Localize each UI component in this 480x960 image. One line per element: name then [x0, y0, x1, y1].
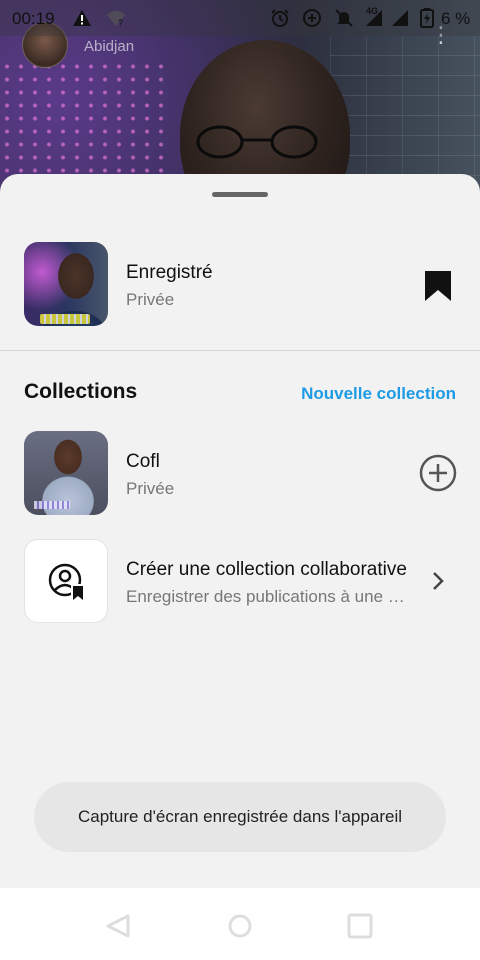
add-circle-icon[interactable] — [418, 453, 458, 493]
background-glasses — [196, 125, 318, 159]
screenshot-toast: Capture d'écran enregistrée dans l'appar… — [34, 782, 446, 852]
alarm-icon — [271, 9, 289, 27]
post-location: Abidjan — [84, 38, 135, 55]
chevron-right-icon[interactable] — [428, 569, 448, 593]
back-icon[interactable] — [104, 912, 132, 940]
wifi-question-icon: ? — [107, 11, 125, 28]
collaborative-subtitle: Enregistrer des publications à une colle… — [126, 587, 408, 606]
collection-item-cofl[interactable]: Cofl Privée — [0, 431, 480, 515]
collections-heading: Collections — [24, 380, 138, 403]
collection-thumbnail — [24, 431, 108, 515]
mute-icon — [335, 9, 353, 27]
collection-title: Cofl — [126, 451, 160, 472]
home-icon[interactable] — [226, 912, 254, 940]
new-collection-link[interactable]: Nouvelle collection — [301, 384, 456, 404]
saved-title: Enregistré — [126, 262, 213, 283]
person-bookmark-icon — [48, 563, 83, 600]
bookmark-filled-icon[interactable] — [424, 270, 452, 302]
save-to-collection-sheet: Enregistré Privée Collections Nouvelle c… — [0, 174, 480, 888]
signal-icon — [392, 10, 408, 26]
create-collaborative-collection[interactable]: Créer une collection collaborative Enreg… — [0, 539, 480, 623]
saved-row[interactable]: Enregistré Privée — [0, 234, 480, 334]
status-bar: 00:19 ? 4G 6 % — [0, 0, 480, 36]
collaborative-tile — [24, 539, 108, 623]
divider — [0, 350, 480, 351]
svg-text:?: ? — [118, 18, 123, 28]
saved-visibility: Privée — [126, 290, 175, 309]
battery-percent: 6 % — [441, 9, 471, 28]
thumbnail-caption — [34, 501, 70, 509]
battery-charging-icon — [420, 8, 434, 28]
warning-icon — [73, 10, 91, 26]
collection-visibility: Privée — [126, 479, 175, 498]
background-brick-wall — [330, 36, 480, 196]
system-nav-bar — [0, 888, 480, 960]
saved-thumbnail — [24, 242, 108, 326]
thumbnail-caption — [40, 314, 90, 324]
toast-message: Capture d'écran enregistrée dans l'appar… — [77, 807, 403, 826]
status-time: 00:19 — [12, 9, 55, 28]
data-saver-icon — [303, 9, 321, 27]
signal-icon — [366, 10, 382, 26]
recents-icon[interactable] — [346, 912, 374, 940]
background-led-lights — [0, 60, 170, 180]
collaborative-title: Créer une collection collaborative — [126, 559, 407, 580]
sheet-drag-handle[interactable] — [212, 192, 268, 197]
